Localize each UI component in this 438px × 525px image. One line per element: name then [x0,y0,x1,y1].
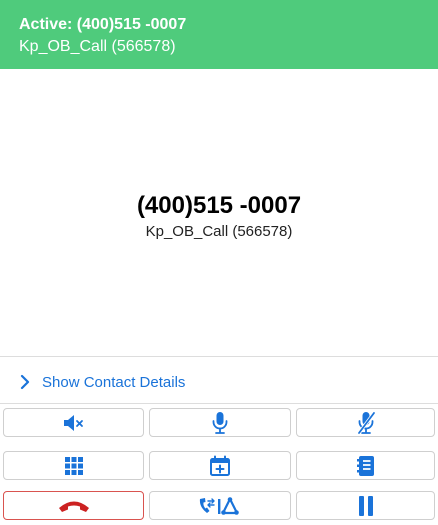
divider [0,403,438,404]
caller-info: (400)515 -0007 Kp_OB_Call (566578) [0,190,438,242]
caller-number: (400)515 -0007 [136,192,302,219]
active-call-status: Active: (400)515 -0007 [19,16,187,33]
schedule-callback-button[interactable] [149,451,291,480]
dialpad-icon [64,456,83,475]
dialpad-button[interactable] [3,451,144,480]
active-call-header: Active: (400)515 -0007 Kp_OB_Call (56657… [0,0,438,69]
mute-speaker-icon [63,414,83,431]
microphone-button[interactable] [149,408,291,437]
chevron-right-icon [20,374,30,390]
notes-icon [356,455,374,476]
show-contact-details-label: Show Contact Details [42,373,186,391]
transfer-conference-button[interactable] [149,491,291,520]
caller-campaign: Kp_OB_Call (566578) [145,223,293,240]
transfer-conference-icon [199,496,239,515]
hangup-button[interactable] [3,491,144,520]
notes-button[interactable] [296,451,435,480]
show-contact-details-toggle[interactable]: Show Contact Details [0,363,438,401]
speaker-mute-button[interactable] [3,408,144,437]
hold-icon [358,495,373,516]
divider [0,356,438,357]
active-call-campaign: Kp_OB_Call (566578) [19,38,176,55]
hangup-icon [58,501,89,512]
mute-microphone-button[interactable] [296,408,435,437]
microphone-icon [212,411,228,434]
calendar-add-icon [210,455,230,476]
hold-button[interactable] [296,491,435,520]
microphone-muted-icon [356,410,376,435]
